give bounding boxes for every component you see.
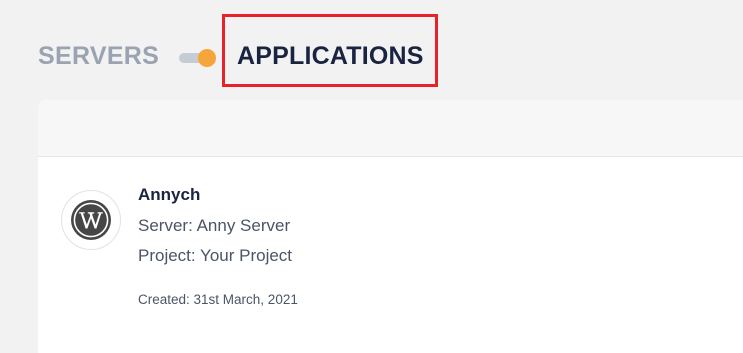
app-avatar bbox=[61, 190, 121, 250]
application-card[interactable]: Annych Server: Anny Server Project: Your… bbox=[38, 157, 743, 353]
panel-header bbox=[38, 100, 743, 157]
app-server: Server: Anny Server bbox=[138, 216, 291, 235]
wordpress-icon bbox=[71, 200, 111, 240]
toggle-knob bbox=[198, 49, 216, 67]
servers-toggle-label[interactable]: SERVERS bbox=[38, 42, 159, 71]
view-toggle-switch[interactable] bbox=[179, 49, 217, 67]
applications-toggle-label[interactable]: APPLICATIONS bbox=[237, 42, 424, 71]
app-created-date: Created: 31st March, 2021 bbox=[138, 292, 298, 307]
view-toggle: SERVERS APPLICATIONS bbox=[0, 0, 743, 100]
applications-panel: Annych Server: Anny Server Project: Your… bbox=[38, 100, 743, 353]
app-project: Project: Your Project bbox=[138, 246, 293, 265]
app-name: Annych bbox=[138, 185, 201, 204]
